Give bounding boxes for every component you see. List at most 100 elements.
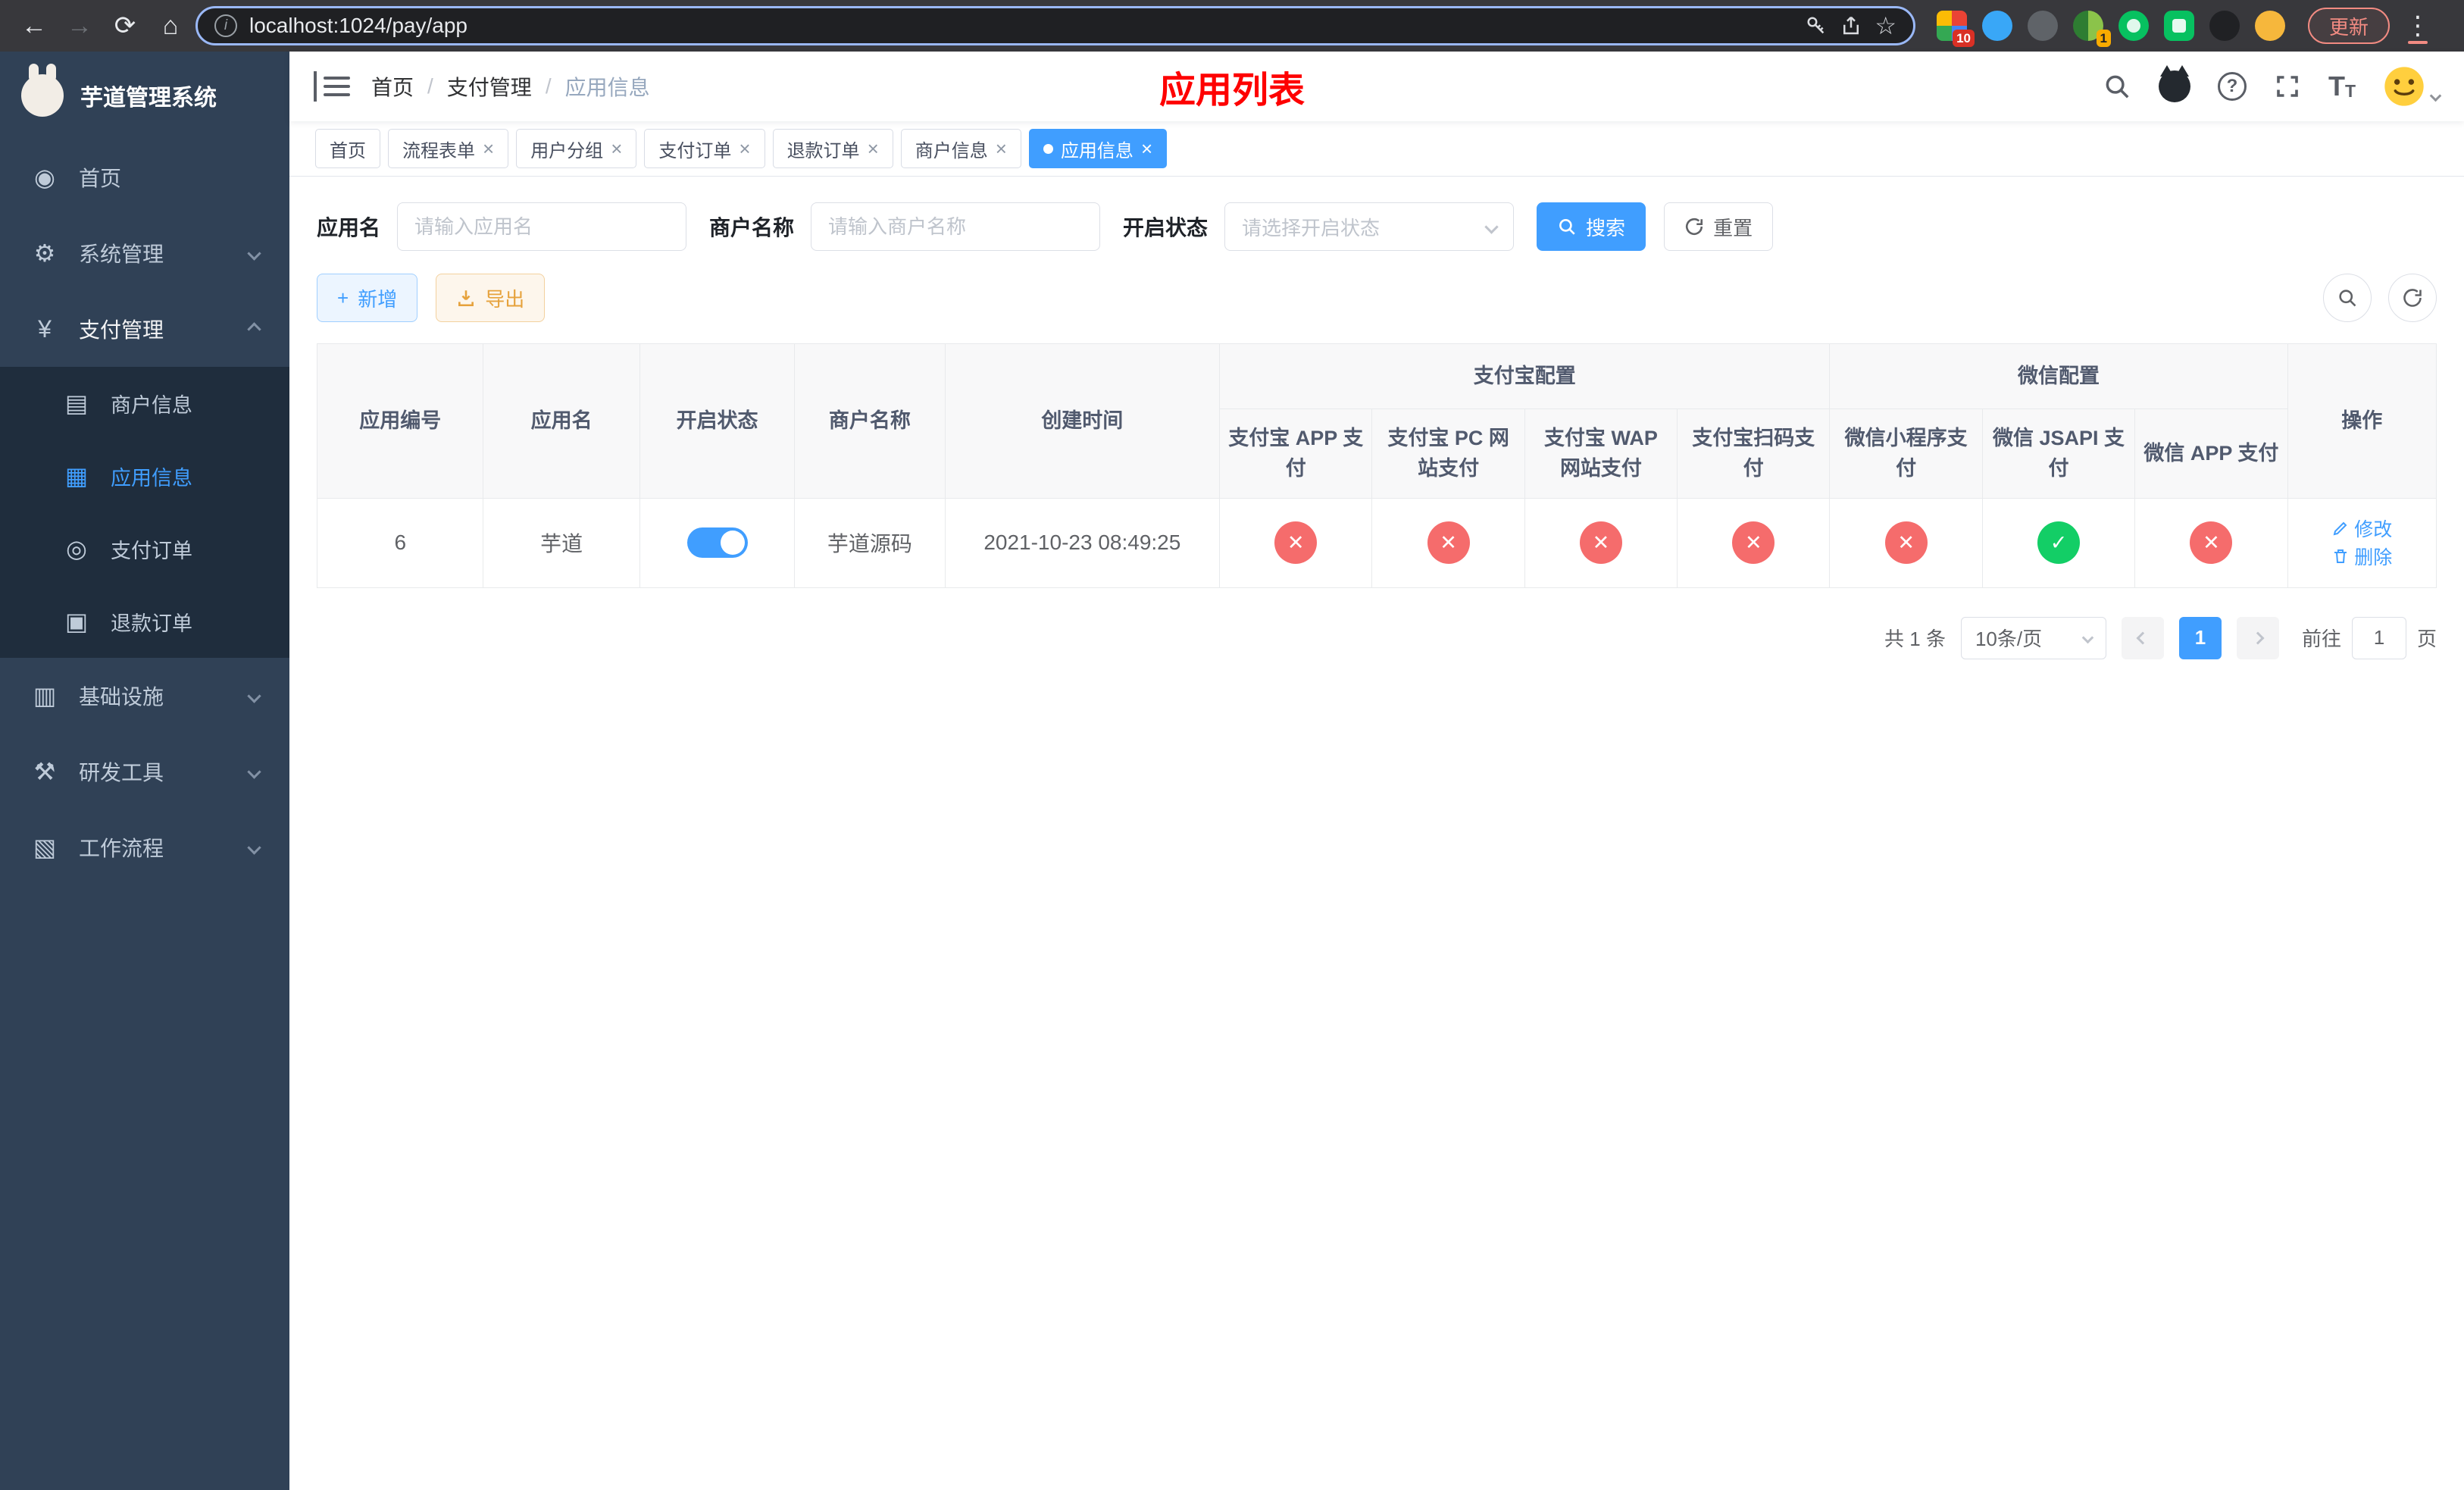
extension-icon-chat[interactable] <box>2164 11 2194 41</box>
edit-link[interactable]: 修改 <box>2331 515 2392 542</box>
tab-user-group[interactable]: 用户分组 × <box>516 129 637 168</box>
sidebar-item-label: 研发工具 <box>79 761 164 784</box>
cell-merchant: 芋道源码 <box>794 497 946 588</box>
sidebar-item-infrastructure[interactable]: ▥ 基础设施 <box>0 658 289 734</box>
reload-button[interactable]: ⟳ <box>105 5 145 46</box>
tab-app-info[interactable]: 应用信息 × <box>1028 129 1168 168</box>
prev-page-button[interactable] <box>2121 616 2164 659</box>
tag-view-bar: 首页 流程表单 × 用户分组 × 支付订单 × 退款订单 × 商户信息 × 应用… <box>289 121 2464 177</box>
col-wechat-mini: 微信小程序支付 <box>1829 408 1983 499</box>
col-status: 开启状态 <box>639 343 796 499</box>
sidebar: 芋道管理系统 ◉ 首页 ⚙ 系统管理 ¥ 支付管理 ▤ 商户信息 ▦ 应用信息 … <box>0 52 289 1490</box>
tab-pay-order[interactable]: 支付订单 × <box>644 129 765 168</box>
chevron-down-icon <box>247 764 261 779</box>
hide-search-button[interactable] <box>2323 274 2372 322</box>
close-icon[interactable]: × <box>739 139 750 158</box>
chevron-down-icon <box>247 840 261 855</box>
extensions-row: 10 1 <box>1937 11 2285 47</box>
close-icon[interactable]: × <box>868 139 879 158</box>
search-icon[interactable] <box>2103 72 2131 101</box>
chevron-up-icon <box>247 321 261 337</box>
sidebar-item-app-info[interactable]: ▦ 应用信息 <box>0 440 289 512</box>
add-button[interactable]: + 新增 <box>317 274 418 322</box>
github-icon[interactable] <box>2158 65 2190 102</box>
app-name-input[interactable] <box>397 202 687 251</box>
bookmark-star-icon[interactable]: ☆ <box>1875 14 1896 38</box>
breadcrumb-separator: / <box>427 74 433 98</box>
sidebar-item-payment[interactable]: ¥ 支付管理 <box>0 291 289 367</box>
forward-button[interactable]: → <box>59 5 100 46</box>
search-button[interactable]: 搜索 <box>1537 202 1646 251</box>
page-size-select[interactable]: 10条/页 <box>1960 616 2106 659</box>
extension-icon-green-ring[interactable]: 1 <box>2073 11 2111 47</box>
breadcrumb-home[interactable]: 首页 <box>371 71 414 102</box>
sidebar-item-merchant-info[interactable]: ▤ 商户信息 <box>0 367 289 440</box>
extension-icon-face[interactable] <box>2255 11 2285 41</box>
fullscreen-icon[interactable] <box>2274 73 2301 100</box>
address-bar[interactable]: i localhost:1024/pay/app ☆ <box>195 6 1915 45</box>
goto-page-input[interactable] <box>2351 616 2406 659</box>
page-title: 应用列表 <box>1159 70 1305 111</box>
url-text[interactable]: localhost:1024/pay/app <box>249 14 1793 38</box>
col-create-time: 创建时间 <box>944 343 1221 499</box>
merchant-name-input[interactable] <box>811 202 1101 251</box>
cell-status <box>639 497 796 588</box>
wechat-mini-status-icon: ✕ <box>1884 521 1928 564</box>
reset-button[interactable]: 重置 <box>1664 202 1774 251</box>
alipay-app-status-icon: ✕ <box>1274 521 1318 564</box>
sidebar-item-label: 系统管理 <box>79 243 164 266</box>
password-key-icon[interactable] <box>1805 14 1828 37</box>
refresh-button[interactable] <box>2388 274 2437 322</box>
next-page-button[interactable] <box>2236 616 2279 659</box>
export-button[interactable]: 导出 <box>436 274 546 322</box>
home-button[interactable]: ⌂ <box>150 5 191 46</box>
sidebar-item-pay-order[interactable]: ◎ 支付订单 <box>0 512 289 585</box>
extension-icon-blue[interactable] <box>1982 11 2012 41</box>
tab-home[interactable]: 首页 <box>315 129 380 168</box>
status-toggle[interactable] <box>686 527 748 558</box>
sidebar-item-system[interactable]: ⚙ 系统管理 <box>0 215 289 291</box>
export-button-label: 导出 <box>485 287 525 311</box>
close-icon[interactable]: × <box>1141 139 1152 158</box>
browser-menu-icon[interactable]: ⋮ <box>2402 11 2434 44</box>
close-icon[interactable]: × <box>611 139 622 158</box>
tab-label: 商户信息 <box>915 140 988 161</box>
extension-badge: 10 <box>1953 30 1975 47</box>
sidebar-item-label: 商户信息 <box>111 393 192 417</box>
help-icon[interactable]: ? <box>2217 72 2247 101</box>
breadcrumb-payment[interactable]: 支付管理 <box>447 71 532 102</box>
app-name-label: 应用名 <box>317 216 381 239</box>
delete-link[interactable]: 删除 <box>2331 543 2392 570</box>
active-tab-dot <box>1043 143 1053 154</box>
sidebar-item-home[interactable]: ◉ 首页 <box>0 139 289 215</box>
tab-process-form[interactable]: 流程表单 × <box>388 129 509 168</box>
tab-refund-order[interactable]: 退款订单 × <box>772 129 893 168</box>
chevron-right-icon <box>2251 631 2265 644</box>
cell-actions: 修改 删除 <box>2287 497 2437 588</box>
back-button[interactable]: ← <box>14 5 55 46</box>
pagination: 共 1 条 10条/页 1 前往 页 <box>317 616 2437 659</box>
tab-label: 应用信息 <box>1060 140 1134 161</box>
sidebar-item-dev-tools[interactable]: ⚒ 研发工具 <box>0 734 289 809</box>
user-avatar[interactable] <box>2383 65 2442 108</box>
sidebar-item-refund-order[interactable]: ▣ 退款订单 <box>0 585 289 658</box>
current-page-button[interactable]: 1 <box>2178 616 2222 659</box>
cell-create-time: 2021-10-23 08:49:25 <box>944 497 1221 588</box>
site-info-icon[interactable]: i <box>214 14 237 37</box>
tab-merchant-info[interactable]: 商户信息 × <box>900 129 1021 168</box>
font-size-icon[interactable]: TT <box>2328 73 2356 100</box>
status-select[interactable]: 请选择开启状态 <box>1224 202 1515 251</box>
extension-icon-gray[interactable] <box>2028 11 2058 41</box>
sidebar-collapse-icon[interactable] <box>314 71 350 102</box>
extension-icon-dark[interactable] <box>2209 11 2240 41</box>
sidebar-item-workflow[interactable]: ▧ 工作流程 <box>0 809 289 885</box>
extension-icon-wechat-dev[interactable] <box>2118 11 2149 41</box>
chrome-update-button[interactable]: 更新 <box>2308 8 2391 44</box>
page-header: 首页 / 支付管理 / 应用信息 应用列表 ? TT <box>289 52 2464 121</box>
close-icon[interactable]: × <box>483 139 494 158</box>
close-icon[interactable]: × <box>996 139 1007 158</box>
extension-icon-grid[interactable]: 10 <box>1937 11 1975 47</box>
workflow-icon: ▧ <box>33 834 57 861</box>
share-icon[interactable] <box>1840 14 1862 37</box>
payment-submenu: ▤ 商户信息 ▦ 应用信息 ◎ 支付订单 ▣ 退款订单 <box>0 367 289 658</box>
